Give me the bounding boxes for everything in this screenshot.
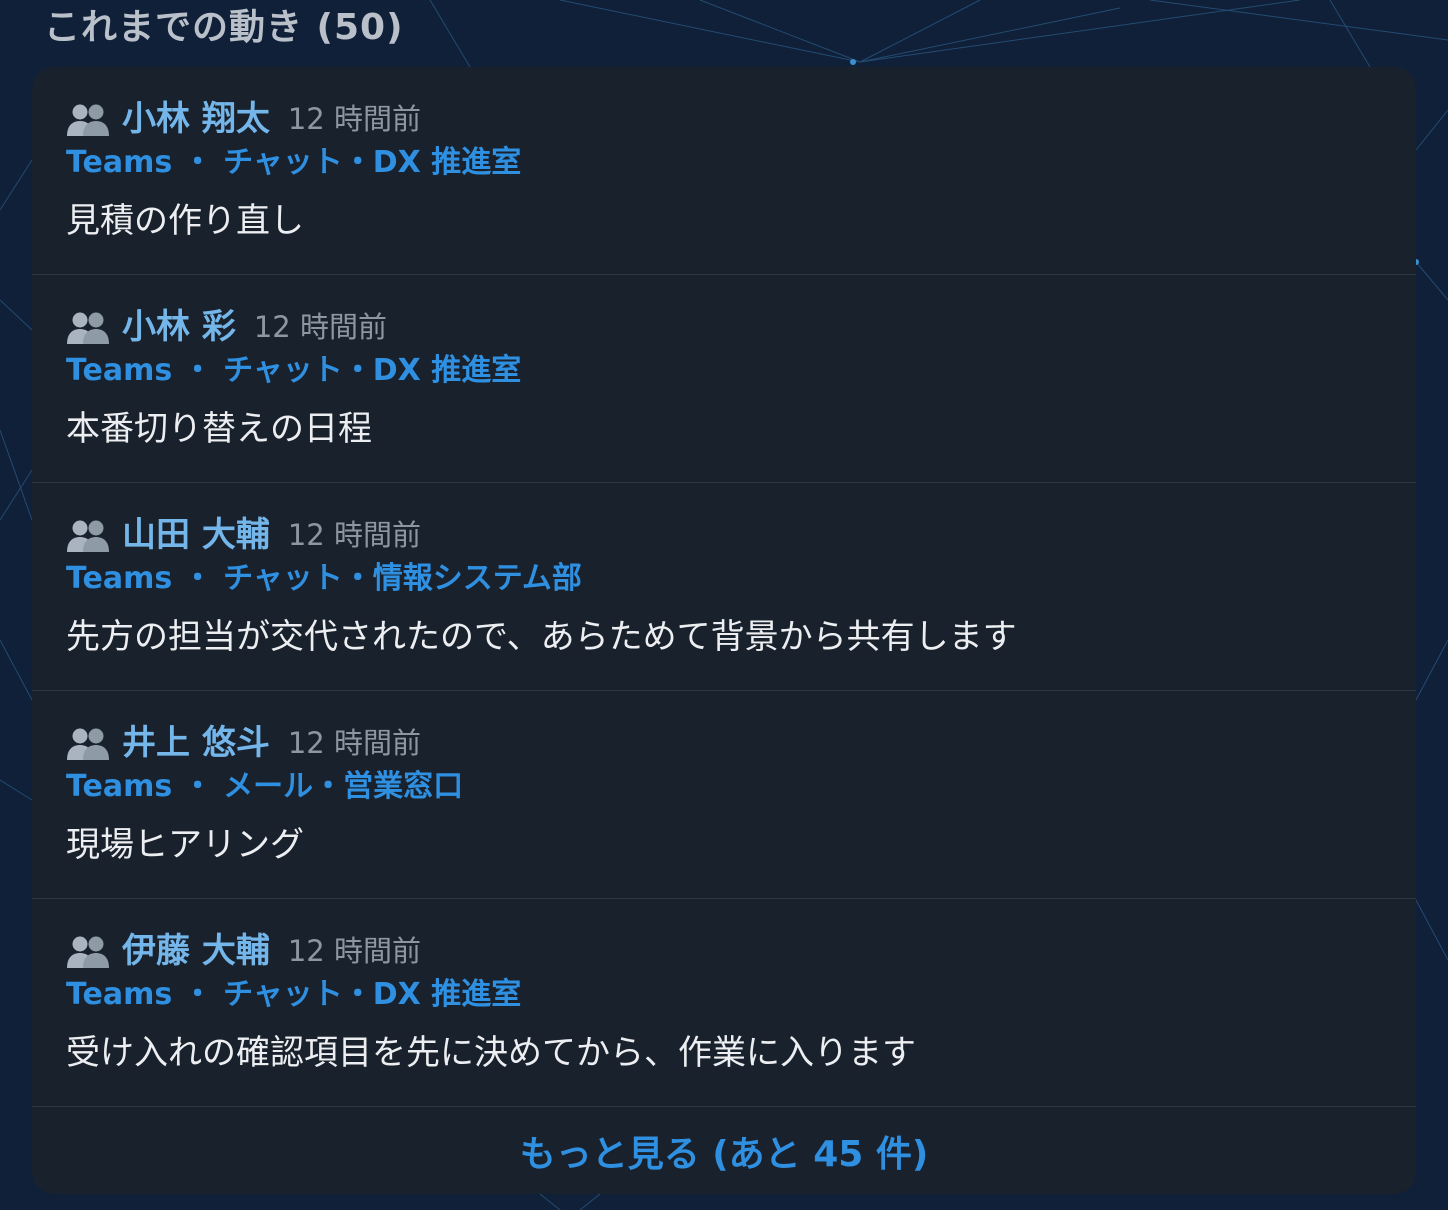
activity-item[interactable]: 小林 翔太 12 時間前 Teams ・ チャット・DX 推進室 見積の作り直し [32,67,1416,275]
people-icon [67,520,109,552]
message-text: 現場ヒアリング [66,825,304,865]
source-link[interactable]: Teams ・ チャット・DX 推進室 [66,351,521,391]
message-text: 先方の担当が交代されたので、あらためて背景から共有します [66,617,1017,657]
message-text: 本番切り替えの日程 [66,409,372,449]
author-name[interactable]: 山田 大輔 [122,513,270,557]
timestamp: 12 時間前 [287,518,421,552]
activity-item[interactable]: 井上 悠斗 12 時間前 Teams ・ メール・営業窓口 現場ヒアリング [32,691,1416,899]
people-icon [67,936,109,968]
author-name[interactable]: 井上 悠斗 [122,721,270,765]
message-text: 受け入れの確認項目を先に決めてから、作業に入ります [66,1033,916,1073]
timestamp: 12 時間前 [253,310,387,344]
activity-header: 山田 大輔 12 時間前 [66,513,421,557]
people-icon [67,104,109,136]
author-name[interactable]: 伊藤 大輔 [122,929,270,973]
timestamp: 12 時間前 [287,102,421,136]
activity-header: 伊藤 大輔 12 時間前 [66,929,421,973]
activity-header: 小林 翔太 12 時間前 [66,97,421,141]
show-more-button[interactable]: もっと見る (あと 45 件) [32,1107,1416,1194]
activity-card: 小林 翔太 12 時間前 Teams ・ チャット・DX 推進室 見積の作り直し… [32,67,1416,1194]
timestamp: 12 時間前 [287,726,421,760]
author-name[interactable]: 小林 彩 [122,305,236,349]
section-title: これまでの動き (50) [44,7,404,48]
author-name[interactable]: 小林 翔太 [122,97,270,141]
source-link[interactable]: Teams ・ チャット・DX 推進室 [66,975,521,1015]
activity-item[interactable]: 小林 彩 12 時間前 Teams ・ チャット・DX 推進室 本番切り替えの日… [32,275,1416,483]
timestamp: 12 時間前 [287,934,421,968]
message-text: 見積の作り直し [66,201,304,241]
activity-item[interactable]: 山田 大輔 12 時間前 Teams ・ チャット・情報システム部 先方の担当が… [32,483,1416,691]
source-link[interactable]: Teams ・ メール・営業窓口 [66,767,463,807]
activity-header: 小林 彩 12 時間前 [66,305,387,349]
source-link[interactable]: Teams ・ チャット・情報システム部 [66,559,582,599]
people-icon [67,312,109,344]
activity-item[interactable]: 伊藤 大輔 12 時間前 Teams ・ チャット・DX 推進室 受け入れの確認… [32,899,1416,1107]
source-link[interactable]: Teams ・ チャット・DX 推進室 [66,143,521,183]
people-icon [67,728,109,760]
activity-header: 井上 悠斗 12 時間前 [66,721,421,765]
